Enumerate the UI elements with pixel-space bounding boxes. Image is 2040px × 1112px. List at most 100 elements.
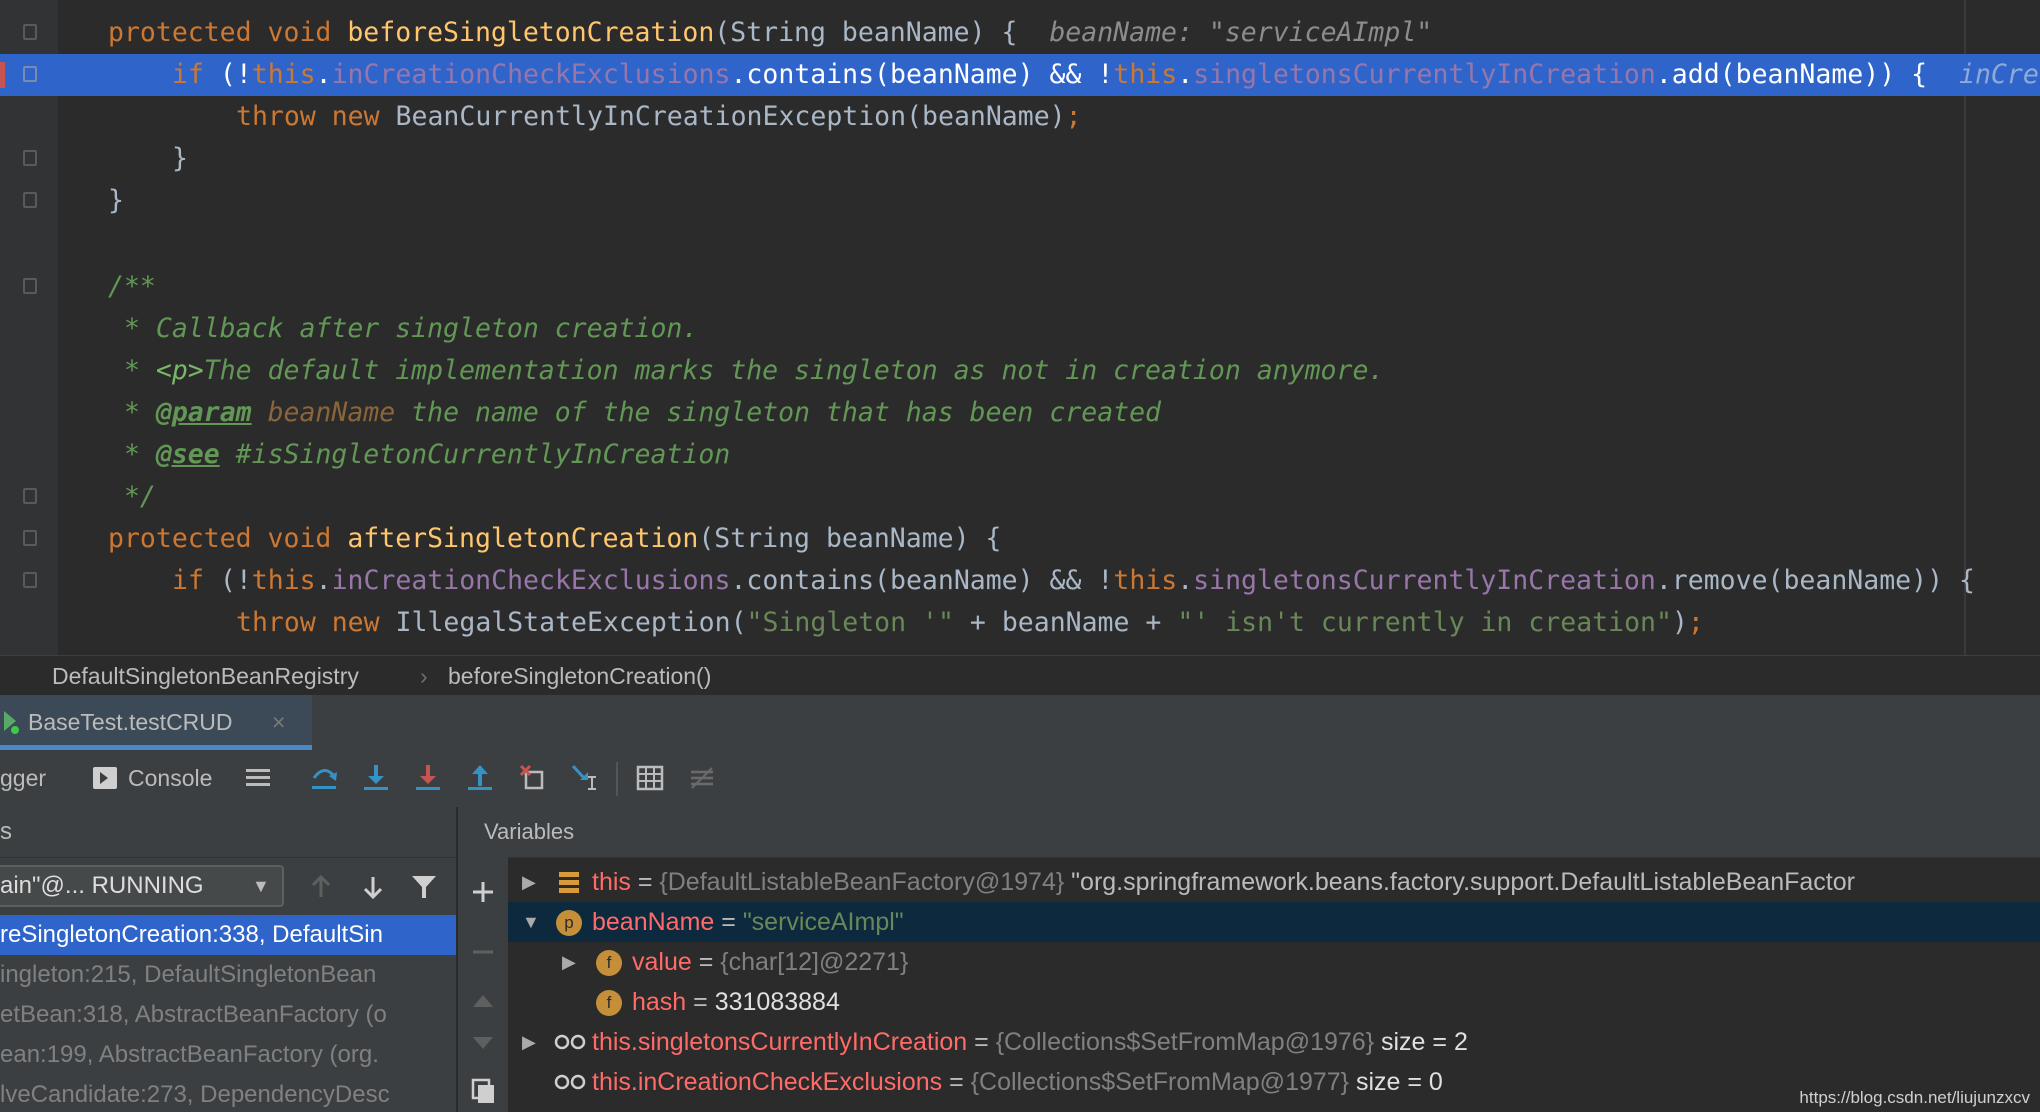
- console-icon[interactable]: [92, 762, 118, 794]
- breadcrumb-class[interactable]: DefaultSingletonBeanRegistry: [52, 656, 359, 696]
- code-line[interactable]: * Callback after singleton creation.: [0, 308, 2040, 350]
- equals-sign: =: [630, 868, 660, 896]
- doc-tag: @param: [155, 397, 252, 428]
- keyword: this: [1113, 565, 1178, 596]
- fold-marker-icon[interactable]: [23, 488, 37, 504]
- variable-value: "org.springframework.beans.factory.suppo…: [1064, 868, 1855, 896]
- keyword: if: [172, 59, 204, 90]
- code-editor[interactable]: protected void beforeSingletonCreation(S…: [0, 0, 2040, 655]
- code-line[interactable]: */: [0, 476, 2040, 518]
- keyword: this: [1113, 59, 1178, 90]
- fold-marker-icon[interactable]: [23, 278, 37, 294]
- frame-row[interactable]: lveCandidate:273, DependencyDesc: [0, 1075, 456, 1112]
- debug-run-icon: [4, 711, 19, 734]
- force-step-into-icon[interactable]: [414, 762, 442, 794]
- fold-marker-icon[interactable]: [23, 66, 37, 82]
- frames-header: s: [0, 807, 456, 858]
- debug-toolbar: gger Console: [0, 750, 2040, 808]
- frame-row[interactable]: etBean:318, AbstractBeanFactory (o: [0, 995, 456, 1035]
- breadcrumb: DefaultSingletonBeanRegistry › beforeSin…: [0, 655, 2040, 696]
- watch-icon: [554, 1074, 586, 1090]
- step-into-icon[interactable]: [362, 762, 390, 794]
- fold-marker-icon[interactable]: [23, 530, 37, 546]
- variable-type: {DefaultListableBeanFactory@1974}: [659, 868, 1065, 896]
- watermark: https://blog.csdn.net/liujunzxcv: [1799, 1088, 2030, 1107]
- code-line[interactable]: }: [0, 138, 2040, 180]
- variable-name: this: [592, 868, 631, 896]
- code-text: BeanCurrentlyInCreationException(beanNam…: [395, 101, 1066, 132]
- expand-arrow-icon[interactable]: ▶: [522, 1022, 536, 1062]
- variable-row[interactable]: ▶ this = {DefaultListableBeanFactory@197…: [508, 862, 2040, 902]
- code-line[interactable]: * @see #isSingletonCurrentlyInCreation: [0, 434, 2040, 476]
- code-text: .: [1177, 59, 1194, 90]
- code-line[interactable]: /**: [0, 266, 2040, 308]
- add-watch-icon[interactable]: [470, 879, 496, 905]
- expand-arrow-icon[interactable]: ▶: [562, 942, 576, 982]
- variables-header: Variables: [458, 807, 2040, 858]
- move-down-icon[interactable]: [470, 1033, 496, 1053]
- code-line[interactable]: protected void beforeSingletonCreation(S…: [0, 12, 2040, 54]
- tab-debugger[interactable]: gger: [0, 750, 46, 807]
- trace-current-stream-icon[interactable]: [688, 762, 716, 794]
- frame-row[interactable]: ean:199, AbstractBeanFactory (org.: [0, 1035, 456, 1075]
- variable-value: size = 2: [1374, 1028, 1468, 1056]
- frame-row[interactable]: ingleton:215, DefaultSingletonBean: [0, 955, 456, 995]
- keyword: this: [251, 59, 316, 90]
- method-name: afterSingletonCreation: [347, 523, 699, 554]
- parameter-icon: p: [556, 902, 582, 942]
- equals-sign: =: [714, 908, 743, 936]
- fold-marker-icon[interactable]: [23, 150, 37, 166]
- collapse-arrow-icon[interactable]: ▼: [522, 902, 540, 942]
- show-execution-point-icon[interactable]: [244, 762, 272, 794]
- variable-row[interactable]: ▶ f value = {char[12]@2271}: [508, 942, 2040, 982]
- fold-marker-icon[interactable]: [23, 572, 37, 588]
- code-text: (String beanName) {: [698, 523, 1002, 554]
- code-line[interactable]: if (!this.inCreationCheckExclusions.cont…: [0, 560, 2040, 602]
- variable-name: this.singletonsCurrentlyInCreation: [592, 1028, 968, 1056]
- code-line[interactable]: throw new IllegalStateException("Singlet…: [0, 602, 2040, 644]
- fold-marker-icon[interactable]: [23, 192, 37, 208]
- variable-row-selected[interactable]: ▼ p beanName = "serviceAImpl": [508, 902, 2040, 942]
- move-up-icon[interactable]: [470, 991, 496, 1011]
- thread-selector[interactable]: ain"@... RUNNING ▼: [0, 865, 284, 907]
- step-over-icon[interactable]: [310, 762, 338, 794]
- variable-value: size = 0: [1349, 1068, 1443, 1096]
- code-text: (!: [203, 565, 252, 596]
- arrow-up-icon[interactable]: [308, 873, 334, 901]
- field-badge: f: [596, 990, 622, 1017]
- code-line[interactable]: }: [0, 180, 2040, 222]
- variable-type: {char[12]@2271}: [720, 948, 909, 976]
- frame-row-selected[interactable]: reSingletonCreation:338, DefaultSin: [0, 915, 456, 955]
- execution-line[interactable]: if (!this.inCreationCheckExclusions.cont…: [0, 54, 2040, 96]
- code-line[interactable]: * @param beanName the name of the single…: [0, 392, 2040, 434]
- arrow-down-icon[interactable]: [360, 873, 386, 901]
- variable-row[interactable]: ▶ this.singletonsCurrentlyInCreation = {…: [508, 1022, 2040, 1062]
- step-out-icon[interactable]: [466, 762, 494, 794]
- copy-icon[interactable]: [470, 1077, 496, 1105]
- doc-tag: @see: [155, 439, 220, 470]
- keyword: throw new: [236, 101, 396, 132]
- fold-marker-icon[interactable]: [23, 24, 37, 40]
- code-line[interactable]: throw new BeanCurrentlyInCreationExcepti…: [0, 96, 2040, 138]
- keyword: this: [251, 565, 316, 596]
- code-text: .add(beanName)) {: [1655, 59, 1928, 90]
- doc-comment: The default implementation marks the sin…: [203, 355, 1385, 386]
- doc-comment: *: [108, 355, 156, 386]
- close-icon[interactable]: ×: [272, 695, 285, 750]
- filter-icon[interactable]: [410, 873, 438, 901]
- breakpoint-marker[interactable]: [0, 62, 5, 88]
- evaluate-expression-icon[interactable]: [636, 762, 664, 794]
- variable-value: 331083884: [714, 988, 840, 1016]
- remove-watch-icon[interactable]: [470, 947, 496, 957]
- run-to-cursor-icon[interactable]: [570, 762, 600, 794]
- equals-sign: =: [686, 988, 715, 1016]
- code-text: .: [1177, 565, 1194, 596]
- breadcrumb-method[interactable]: beforeSingletonCreation(): [448, 656, 711, 696]
- code-line[interactable]: protected void afterSingletonCreation(St…: [0, 518, 2040, 560]
- tab-console[interactable]: Console: [128, 750, 212, 807]
- variable-row[interactable]: f hash = 331083884: [508, 982, 2040, 1022]
- code-line[interactable]: * <p>The default implementation marks th…: [0, 350, 2040, 392]
- expand-arrow-icon[interactable]: ▶: [522, 862, 536, 902]
- tab-run-session[interactable]: BaseTest.testCRUD ×: [0, 695, 312, 750]
- drop-frame-icon[interactable]: [518, 762, 546, 794]
